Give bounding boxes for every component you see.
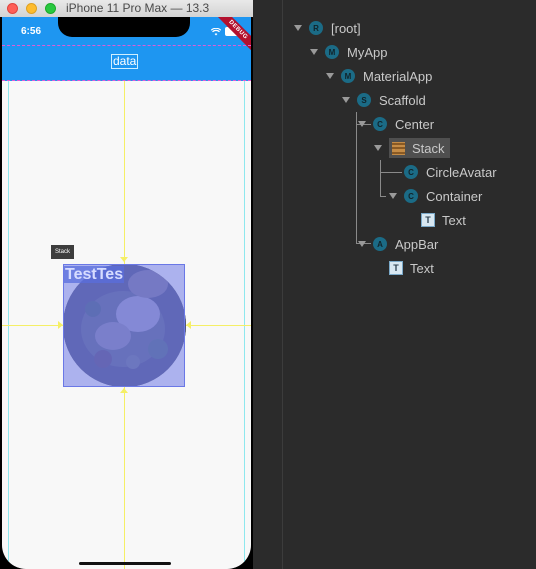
tree-node-label: Center xyxy=(395,116,435,132)
tree-node-myapp[interactable]: M MyApp xyxy=(310,42,387,62)
expand-arrow-icon[interactable] xyxy=(358,241,366,247)
tree-node-center[interactable]: C Center xyxy=(358,114,434,134)
tree-node-container[interactable]: C Container xyxy=(389,186,482,206)
stack-icon xyxy=(392,141,405,155)
tree-connector xyxy=(356,112,357,244)
expand-arrow-icon[interactable] xyxy=(326,73,334,79)
widget-inspector-tree: R [root] M MyApp M MaterialApp S Scaffol… xyxy=(283,0,536,569)
tree-node-label: Text xyxy=(410,260,434,276)
tree-node-appbar-text[interactable]: T Text xyxy=(389,258,434,278)
stack-tooltip: Stack xyxy=(51,245,75,259)
text-widget-icon: T xyxy=(421,213,435,227)
tree-node-label: Stack xyxy=(412,140,445,156)
tree-node-label: Scaffold xyxy=(379,92,426,108)
tree-node-label: MaterialApp xyxy=(363,68,433,84)
tree-node-label: MyApp xyxy=(347,44,388,60)
node-badge-icon: C xyxy=(373,117,387,131)
node-badge-icon: A xyxy=(373,237,387,251)
tree-node-materialapp[interactable]: M MaterialApp xyxy=(326,66,432,86)
node-badge-icon: C xyxy=(404,165,418,179)
bottom-guide-marker xyxy=(120,388,128,393)
tree-node-label: AppBar xyxy=(395,236,439,252)
tree-connector xyxy=(380,160,381,196)
top-guide-marker xyxy=(120,257,128,262)
node-badge-icon: S xyxy=(357,93,371,107)
left-guide-marker xyxy=(58,321,63,329)
window-titlebar: iPhone 11 Pro Max — 13.3 xyxy=(0,0,253,18)
tree-node-appbar[interactable]: A AppBar xyxy=(358,234,438,254)
overlay-text[interactable]: TestTes xyxy=(64,266,125,283)
minimize-window-button[interactable] xyxy=(26,3,37,14)
tree-connector xyxy=(380,172,402,173)
node-badge-icon: R xyxy=(309,21,323,35)
device-frame: 6:56 DEBUG data TestTes Stack xyxy=(0,17,253,569)
window-title: iPhone 11 Pro Max — 13.3 xyxy=(66,1,210,15)
zoom-window-button[interactable] xyxy=(45,3,56,14)
appbar-top-guide xyxy=(2,45,251,46)
expand-arrow-icon[interactable] xyxy=(294,25,302,31)
device-notch xyxy=(58,17,190,37)
text-widget-icon: T xyxy=(389,261,403,275)
home-indicator xyxy=(79,562,171,565)
close-window-button[interactable] xyxy=(7,3,18,14)
tree-node-label: Text xyxy=(442,212,466,228)
tree-node-stack[interactable]: Stack xyxy=(374,138,450,158)
selected-node-highlight: Stack xyxy=(389,138,450,158)
phone-screen[interactable]: 6:56 DEBUG data TestTes Stack xyxy=(2,17,251,569)
expand-arrow-icon[interactable] xyxy=(310,49,318,55)
app-bar[interactable]: 6:56 DEBUG data xyxy=(2,17,251,81)
node-badge-icon: M xyxy=(325,45,339,59)
expand-arrow-icon[interactable] xyxy=(374,145,382,151)
right-guide-marker xyxy=(186,321,191,329)
status-bar-time: 6:56 xyxy=(21,26,42,37)
tree-node-text[interactable]: T Text xyxy=(421,210,466,230)
simulator-window: iPhone 11 Pro Max — 13.3 6:56 DEBUG data xyxy=(0,0,253,569)
tree-node-label: Container xyxy=(426,188,483,204)
expand-arrow-icon[interactable] xyxy=(358,121,366,127)
expand-arrow-icon[interactable] xyxy=(342,97,350,103)
appbar-title[interactable]: data xyxy=(110,54,139,69)
expand-arrow-icon[interactable] xyxy=(389,193,397,199)
node-badge-icon: M xyxy=(341,69,355,83)
tree-node-label: [root] xyxy=(331,20,361,36)
tree-node-scaffold[interactable]: S Scaffold xyxy=(342,90,426,110)
tree-node-label: CircleAvatar xyxy=(426,164,497,180)
tree-node-circleavatar[interactable]: C CircleAvatar xyxy=(404,162,497,182)
tree-node-root[interactable]: R [root] xyxy=(294,18,361,38)
tree-connector xyxy=(380,196,386,197)
wifi-icon xyxy=(210,27,222,36)
appbar-bottom-guide xyxy=(2,80,251,81)
node-badge-icon: C xyxy=(404,189,418,203)
